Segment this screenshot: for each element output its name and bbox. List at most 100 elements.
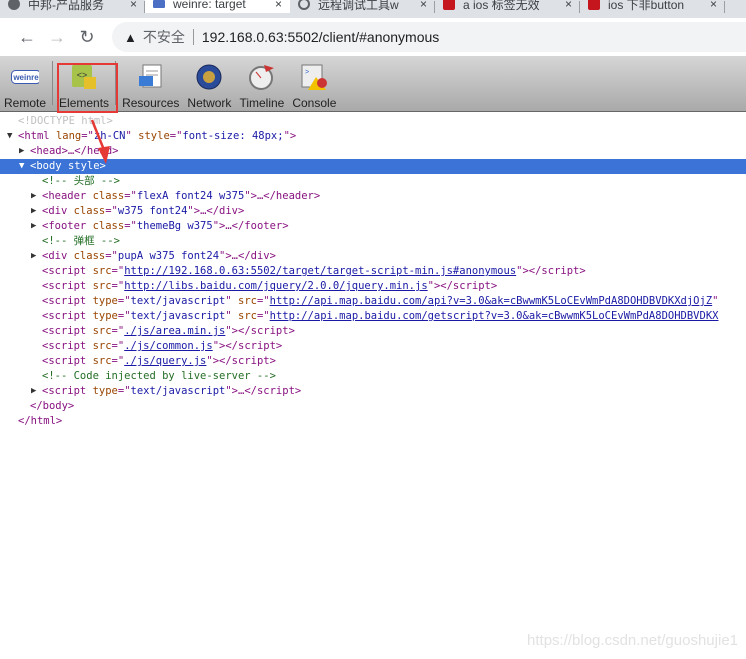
close-icon[interactable]: × xyxy=(420,0,427,11)
expand-down-icon[interactable]: ▼ xyxy=(7,129,12,144)
reload-button[interactable]: ↻ xyxy=(72,27,102,48)
resource-link[interactable]: ./js/area.min.js xyxy=(124,325,225,337)
code-token: =" xyxy=(111,325,125,337)
tab-title: 远程调试工具w xyxy=(318,0,399,12)
expand-right-icon[interactable]: ▶ xyxy=(31,219,36,234)
resource-link[interactable]: http://api.map.baidu.com/api?v=3.0&ak=cB… xyxy=(270,295,713,307)
code-token: "></script> xyxy=(212,340,283,352)
dom-node[interactable]: ▶ <div class="w375 font24">…</div> xyxy=(0,204,746,219)
forward-button[interactable]: → xyxy=(42,27,72,48)
toolbar-resources[interactable]: Resources xyxy=(118,57,183,111)
code-token: ">…</div> xyxy=(187,205,245,217)
code-token: type xyxy=(92,310,118,322)
code-token: <!-- Code injected by live-server --> xyxy=(42,370,276,382)
tab-4[interactable]: ios 下非button × xyxy=(580,0,725,13)
dom-node[interactable]: <script src="./js/query.js"></script> xyxy=(0,354,746,369)
code-token: src xyxy=(238,295,257,307)
resource-link[interactable]: http://192.168.0.63:5502/target/target-s… xyxy=(124,265,516,277)
code-token: <body xyxy=(30,160,68,172)
timeline-icon xyxy=(248,63,276,91)
code-token: <div xyxy=(42,205,74,217)
csdn-icon xyxy=(443,0,455,10)
code-token: src xyxy=(92,280,112,292)
resource-link[interactable]: http://api.map.baidu.com/getscript?v=3.0… xyxy=(270,310,719,322)
toolbar-network[interactable]: Network xyxy=(183,57,235,111)
address-bar: ← → ↻ ▲ 不安全 192.168.0.63:5502/client/#an… xyxy=(0,18,746,56)
url-field[interactable]: ▲ 不安全 192.168.0.63:5502/client/#anonymou… xyxy=(112,22,746,52)
dom-node[interactable]: <script src="./js/area.min.js"></script> xyxy=(0,324,746,339)
close-icon[interactable]: × xyxy=(130,0,137,11)
code-token: <script xyxy=(42,265,93,277)
code-token: =" xyxy=(256,295,270,307)
code-token: class xyxy=(73,205,106,217)
close-icon[interactable]: × xyxy=(565,0,572,11)
dom-node[interactable]: </html> xyxy=(0,414,746,429)
code-token: ">…</div> xyxy=(219,250,276,262)
dom-node[interactable]: <script src="http://libs.baidu.com/jquer… xyxy=(0,279,746,294)
code-token: src xyxy=(92,265,112,277)
tab-title: ios 下非button xyxy=(608,0,685,12)
toolbar-label: Network xyxy=(187,96,232,110)
svg-text:weinre: weinre xyxy=(12,73,39,82)
dom-node[interactable]: <script src="http://192.168.0.63:5502/ta… xyxy=(0,264,746,279)
expand-right-icon[interactable]: ▶ xyxy=(31,204,36,219)
tab-3[interactable]: a ios 标签无效 × xyxy=(435,0,580,13)
expand-right-icon[interactable]: ▶ xyxy=(31,189,36,204)
tab-strip: 中邦-产品服务 × weinre: target × 远程调试工具w × a ios 标签无… xyxy=(0,0,746,18)
toolbar-label: Remote xyxy=(4,96,47,110)
dom-node[interactable]: <!-- Code injected by live-server --> xyxy=(0,369,746,384)
code-token: <html xyxy=(18,130,56,142)
toolbar-timeline[interactable]: Timeline xyxy=(235,57,288,111)
code-token: <!-- 弹框 --> xyxy=(42,235,120,247)
url-text[interactable]: 192.168.0.63:5502/client/#anonymous xyxy=(202,29,439,45)
expand-right-icon[interactable]: ▶ xyxy=(31,384,36,399)
code-token: "></script> xyxy=(427,280,498,292)
dom-node[interactable]: </body> xyxy=(0,399,746,414)
expand-down-icon[interactable]: ▼ xyxy=(19,159,24,174)
close-icon[interactable]: × xyxy=(710,0,717,11)
tab-2[interactable]: 远程调试工具w × xyxy=(290,0,435,13)
dom-node[interactable]: <!-- 头部 --> xyxy=(0,174,746,189)
dom-node[interactable]: ▶ <footer class="themeBg w375">…</footer> xyxy=(0,219,746,234)
tab-title: a ios 标签无效 xyxy=(463,0,540,12)
resource-link[interactable]: ./js/common.js xyxy=(124,340,213,352)
dom-node[interactable]: ▶ <div class="pupA w375 font24">…</div> xyxy=(0,249,746,264)
back-button[interactable]: ← xyxy=(12,27,42,48)
dom-node[interactable]: <script src="./js/common.js"></script> xyxy=(0,339,746,354)
expand-right-icon[interactable]: ▶ xyxy=(31,249,36,264)
code-token: src xyxy=(92,325,112,337)
resources-icon xyxy=(137,63,165,91)
code-token: <script xyxy=(42,385,93,397)
tab-1[interactable]: weinre: target × xyxy=(145,0,290,13)
dom-node[interactable]: ▶ <script type="text/javascript">…</scrip… xyxy=(0,384,746,399)
code-token: <script xyxy=(42,325,93,337)
code-token: class xyxy=(73,250,106,262)
code-token: style xyxy=(138,130,170,142)
code-token: " xyxy=(225,295,239,307)
dom-node[interactable]: <script type="text/javascript" src="http… xyxy=(0,294,746,309)
security-label[interactable]: 不安全 xyxy=(143,29,194,45)
toolbar-console[interactable]: > Console xyxy=(288,57,340,111)
code-token: <script xyxy=(42,355,93,367)
elements-highlight-box xyxy=(57,63,118,113)
code-token: class xyxy=(92,220,125,232)
resource-link[interactable]: ./js/query.js xyxy=(124,355,206,367)
expand-right-icon[interactable]: ▶ xyxy=(19,144,24,159)
csdn-icon xyxy=(588,0,600,10)
code-token: =" xyxy=(117,295,131,307)
tab-0[interactable]: 中邦-产品服务 × xyxy=(0,0,145,13)
code-token: =" xyxy=(117,385,131,397)
warning-icon[interactable]: ▲ xyxy=(124,30,137,45)
close-icon[interactable]: × xyxy=(275,0,282,11)
dom-node[interactable]: <script type="text/javascript" src="http… xyxy=(0,309,746,324)
red-arrow-annotation xyxy=(90,119,110,164)
toolbar-remote[interactable]: weinre Remote xyxy=(0,57,50,111)
code-token: =" xyxy=(169,130,183,142)
resource-link[interactable]: http://libs.baidu.com/jquery/2.0.0/jquer… xyxy=(124,280,427,292)
code-token: <script xyxy=(42,280,93,292)
dom-node[interactable]: <!-- 弹框 --> xyxy=(0,234,746,249)
dom-node[interactable]: ▶ <header class="flexA font24 w375">…</he… xyxy=(0,189,746,204)
code-token: <!-- 头部 --> xyxy=(42,175,120,187)
code-token: src xyxy=(92,340,112,352)
code-token: =" xyxy=(256,310,270,322)
